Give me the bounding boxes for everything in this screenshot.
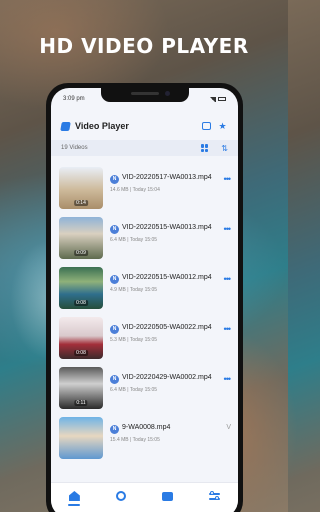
more-dots-icon[interactable]: ••• [224, 224, 232, 234]
video-meta: 6.4 MB | Today 15:05 [110, 237, 158, 243]
list-header: 19 Videos ⇅ [51, 140, 238, 156]
more-dots-icon[interactable]: ••• [224, 374, 232, 384]
video-meta: 15.4 MB | Today 15:05 [110, 437, 160, 443]
video-duration: 0:09 [74, 250, 88, 256]
video-badge-icon: N [110, 325, 119, 334]
video-meta: 14.6 MB | Today 15:04 [110, 187, 160, 193]
video-thumbnail[interactable]: 0:09 [59, 217, 103, 259]
grid-icon[interactable] [201, 144, 209, 152]
video-row[interactable]: N 9-WA0008.mp4 15.4 MB | Today 15:05 V [51, 408, 238, 459]
video-badge-icon: N [110, 425, 119, 434]
video-duration: 0:11 [74, 400, 88, 406]
more-dots-icon[interactable]: V [226, 424, 231, 431]
video-meta: 6.4 MB | Today 15:05 [110, 387, 158, 393]
video-list: 0:14 N VID-20220517-WA0013.mp4 14.6 MB |… [51, 158, 238, 459]
phone-frame: 3:09 pm Video Player ★ 19 Videos ⇅ 0:14 … [46, 83, 243, 512]
more-dots-icon[interactable]: ••• [224, 174, 232, 184]
video-thumbnail[interactable]: 0:08 [59, 317, 103, 359]
video-count: 19 Videos [61, 145, 88, 151]
video-row[interactable]: 0:14 N VID-20220517-WA0013.mp4 14.6 MB |… [51, 158, 238, 209]
video-row[interactable]: 0:11 N VID-20220429-WA0002.mp4 6.4 MB | … [51, 358, 238, 409]
promo-headline: HD VIDEO PLAYER [39, 34, 249, 58]
video-row[interactable]: 0:08 N VID-20220515-WA0012.mp4 4.9 MB | … [51, 258, 238, 309]
video-name: VID-20220505-WA0022.mp4 [122, 324, 212, 331]
video-name: VID-20220429-WA0002.mp4 [122, 374, 212, 381]
video-thumbnail[interactable]: 0:14 [59, 167, 103, 209]
video-badge-icon: N [110, 175, 119, 184]
battery-icon [218, 97, 226, 101]
video-badge-icon: N [110, 375, 119, 384]
nav-folders[interactable] [158, 491, 178, 511]
app-bar: Video Player ★ [51, 114, 238, 138]
more-dots-icon[interactable]: ••• [224, 324, 232, 334]
nav-home[interactable] [64, 491, 84, 511]
app-screen: 3:09 pm Video Player ★ 19 Videos ⇅ 0:14 … [51, 88, 238, 512]
video-name: VID-20220515-WA0012.mp4 [122, 274, 212, 281]
nav-settings[interactable] [205, 491, 225, 511]
video-badge-icon: N [110, 275, 119, 284]
settings-icon [209, 491, 221, 501]
signal-icon [209, 96, 216, 102]
video-name: VID-20220515-WA0013.mp4 [122, 224, 212, 231]
video-thumbnail[interactable] [59, 417, 103, 459]
search-icon [116, 491, 127, 501]
folder-icon [162, 492, 174, 501]
bottom-nav [51, 482, 238, 512]
star-icon[interactable]: ★ [217, 121, 228, 132]
video-meta: 5.3 MB | Today 15:05 [110, 337, 158, 343]
video-badge-icon: N [110, 225, 119, 234]
video-duration: 0:08 [74, 350, 88, 356]
video-duration: 0:08 [74, 300, 88, 306]
active-indicator [68, 504, 81, 506]
video-duration: 0:14 [74, 200, 88, 206]
nav-search[interactable] [111, 491, 131, 511]
video-meta: 4.9 MB | Today 15:05 [110, 287, 158, 293]
folder-icon[interactable] [202, 122, 211, 130]
video-name: VID-20220517-WA0013.mp4 [122, 174, 212, 181]
sort-icon[interactable]: ⇅ [221, 144, 228, 153]
home-icon [68, 491, 80, 501]
video-thumbnail[interactable]: 0:11 [59, 367, 103, 409]
video-row[interactable]: 0:08 N VID-20220505-WA0022.mp4 5.3 MB | … [51, 308, 238, 359]
play-logo-icon [60, 121, 71, 131]
more-dots-icon[interactable]: ••• [224, 274, 232, 284]
video-name: 9-WA0008.mp4 [122, 424, 171, 431]
status-time: 3:09 pm [63, 96, 85, 102]
app-title: Video Player [75, 121, 129, 131]
video-thumbnail[interactable]: 0:08 [59, 267, 103, 309]
phone-notch [101, 88, 189, 102]
video-row[interactable]: 0:09 N VID-20220515-WA0013.mp4 6.4 MB | … [51, 208, 238, 259]
